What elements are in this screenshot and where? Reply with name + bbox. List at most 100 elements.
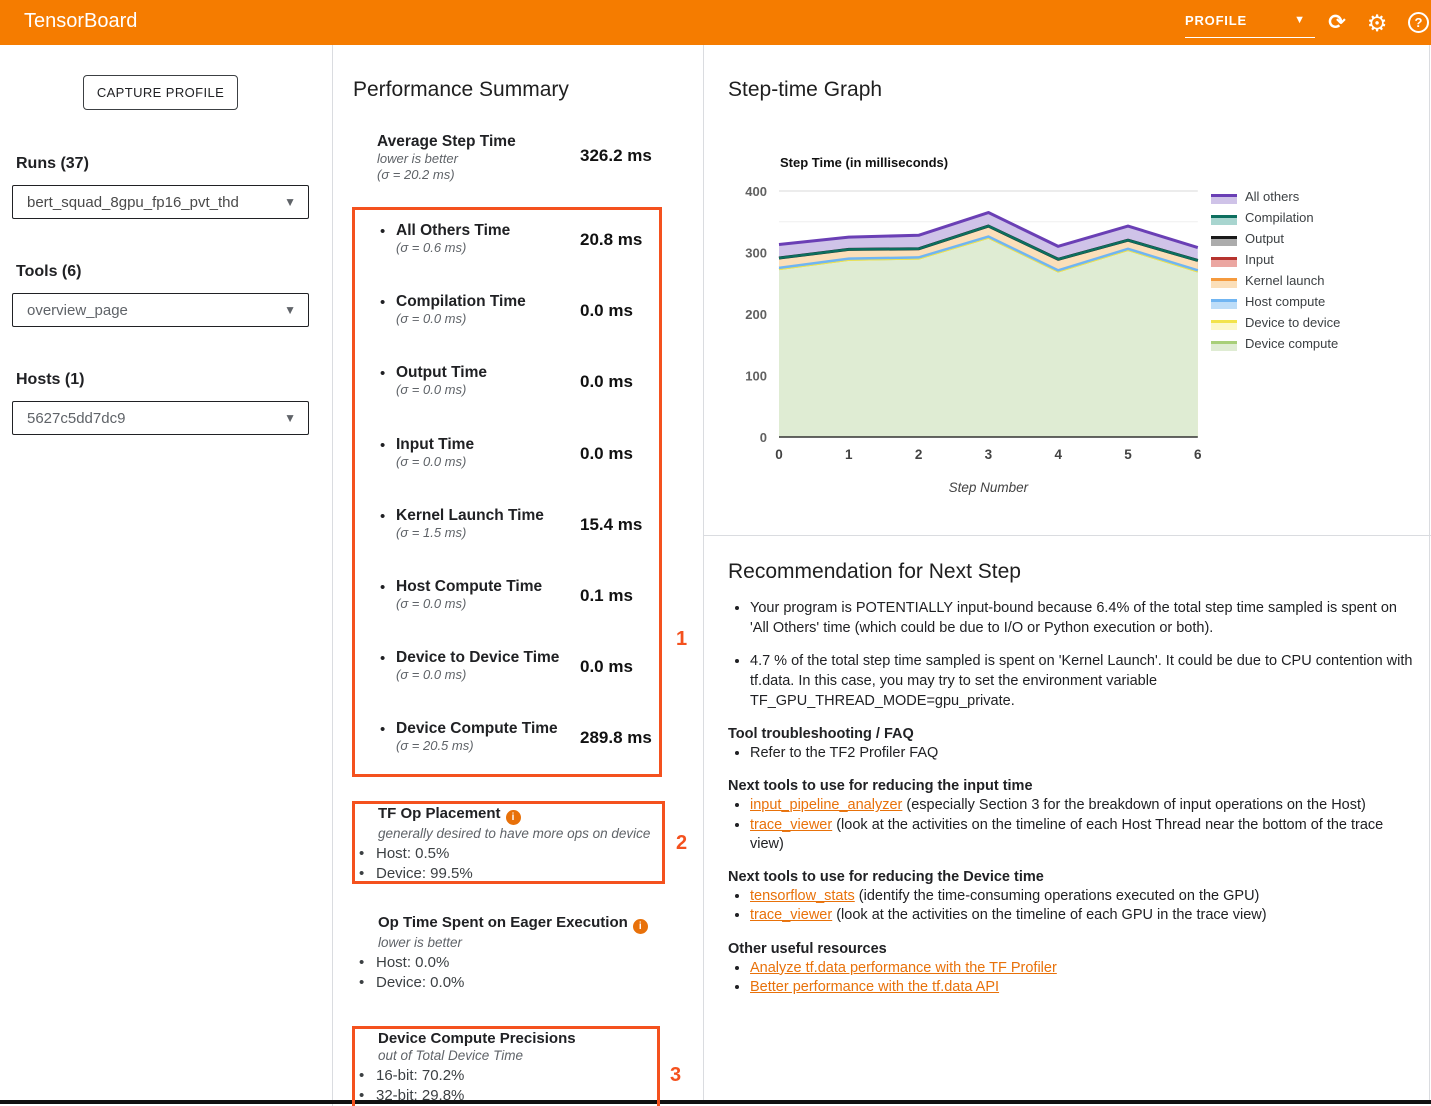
- step-time-breakdown-row: •Compilation Time(σ = 0.0 ms)0.0 ms: [358, 293, 658, 327]
- runs-select[interactable]: bert_squad_8gpu_fp16_pvt_thd ▼: [12, 185, 309, 219]
- tool-link[interactable]: Analyze tf.data performance with the TF …: [750, 960, 1057, 976]
- tools-select[interactable]: overview_page ▼: [12, 293, 309, 327]
- op-metric-item: Device: 99.5%: [352, 864, 658, 884]
- item-text: Refer to the TF2 Profiler FAQ: [750, 745, 938, 761]
- subsection-item: trace_viewer (look at the activities on …: [750, 906, 1414, 925]
- eager-execution-section: Op Time Spent on Eager Executioni lower …: [352, 914, 658, 992]
- eager-execution-title: Op Time Spent on Eager Executioni: [378, 914, 658, 934]
- subsection-item: Refer to the TF2 Profiler FAQ: [750, 744, 1414, 763]
- recommendation-subsection: Tool troubleshooting / FAQRefer to the T…: [728, 726, 1414, 763]
- legend-label: Kernel launch: [1245, 273, 1325, 288]
- chevron-down-icon: ▼: [284, 195, 296, 209]
- page-bottom-border: [0, 1100, 1431, 1104]
- capture-profile-button[interactable]: CAPTURE PROFILE: [83, 75, 238, 110]
- subsection-item: trace_viewer (look at the activities on …: [750, 816, 1414, 855]
- x-tick-label: 5: [1124, 447, 1132, 462]
- metric-value: 0.1 ms: [580, 586, 633, 606]
- annotation-number-1: 1: [676, 628, 687, 651]
- performance-summary-title: Performance Summary: [353, 78, 569, 102]
- subsection-item: Better performance with the tf.data API: [750, 978, 1414, 997]
- recommendation-section: Recommendation for Next Step Your progra…: [704, 536, 1430, 1100]
- bullet-icon: •: [380, 365, 385, 382]
- step-time-breakdown-row: •Kernel Launch Time(σ = 1.5 ms)15.4 ms: [358, 507, 658, 541]
- step-time-breakdown-row: •Device to Device Time(σ = 0.0 ms)0.0 ms: [358, 649, 658, 683]
- bullet-icon: •: [380, 721, 385, 738]
- chevron-down-icon: ▼: [1294, 14, 1305, 26]
- x-tick-label: 3: [985, 447, 993, 462]
- bullet-icon: •: [380, 223, 385, 240]
- step-time-breakdown-row: •Host Compute Time(σ = 0.0 ms)0.1 ms: [358, 578, 658, 612]
- recommendation-bullet: 4.7 % of the total step time sampled is …: [750, 651, 1414, 711]
- tool-link[interactable]: trace_viewer: [750, 907, 832, 923]
- step-time-breakdown-row: •Device Compute Time(σ = 20.5 ms)289.8 m…: [358, 720, 658, 754]
- info-icon[interactable]: i: [506, 810, 521, 825]
- info-icon[interactable]: i: [633, 919, 648, 934]
- legend-swatch: [1211, 278, 1237, 288]
- tf-op-placement-note: generally desired to have more ops on de…: [378, 825, 658, 842]
- op-metric-item: Host: 0.5%: [352, 844, 658, 864]
- legend-label: All others: [1245, 189, 1299, 204]
- metric-value: 0.0 ms: [580, 444, 633, 464]
- legend-swatch: [1211, 257, 1237, 267]
- bullet-icon: •: [380, 294, 385, 311]
- compute-precisions-section: Device Compute Precisions out of Total D…: [352, 1030, 658, 1105]
- subsection-list: input_pipeline_analyzer (especially Sect…: [728, 796, 1414, 854]
- tool-link[interactable]: tensorflow_stats: [750, 888, 855, 904]
- eager-execution-items: Host: 0.0%Device: 0.0%: [352, 953, 658, 992]
- recommendation-bullet: Your program is POTENTIALLY input-bound …: [750, 598, 1414, 638]
- legend-label: Host compute: [1245, 294, 1325, 309]
- right-edge-border: [1429, 45, 1430, 1101]
- legend-swatch: [1211, 299, 1237, 309]
- item-text: (especially Section 3 for the breakdown …: [902, 797, 1365, 813]
- bullet-icon: •: [380, 650, 385, 667]
- metric-value: 289.8 ms: [580, 728, 652, 748]
- subsection-list: Analyze tf.data performance with the TF …: [728, 959, 1414, 998]
- tf-op-placement-section: TF Op Placementi generally desired to ha…: [352, 805, 658, 883]
- legend-swatch: [1211, 320, 1237, 330]
- tf-op-placement-title: TF Op Placementi: [378, 805, 658, 825]
- average-step-time-row: Average Step Time lower is better (σ = 2…: [358, 133, 658, 183]
- item-text: (look at the activities on the timeline …: [750, 817, 1383, 852]
- legend-swatch: [1211, 341, 1237, 351]
- item-text: (look at the activities on the timeline …: [832, 907, 1266, 923]
- tool-link[interactable]: trace_viewer: [750, 817, 832, 833]
- refresh-icon[interactable]: ⟳: [1322, 8, 1352, 38]
- bullet-icon: •: [380, 437, 385, 454]
- subsection-heading: Next tools to use for reducing the Devic…: [728, 869, 1414, 885]
- subsection-item: input_pipeline_analyzer (especially Sect…: [750, 796, 1414, 815]
- recommendation-subsection: Next tools to use for reducing the input…: [728, 778, 1414, 854]
- hosts-select-value: 5627c5dd7dc9: [27, 410, 125, 427]
- x-tick-label: 2: [915, 447, 923, 462]
- subsection-heading: Other useful resources: [728, 941, 1414, 957]
- op-metric-item: Host: 0.0%: [352, 953, 658, 973]
- bullet-icon: •: [380, 508, 385, 525]
- legend-label: Device to device: [1245, 315, 1340, 330]
- step-time-breakdown-row: •Input Time(σ = 0.0 ms)0.0 ms: [358, 436, 658, 470]
- y-tick-label: 400: [745, 184, 767, 199]
- sidebar-divider: [332, 45, 333, 1106]
- y-tick-label: 200: [745, 307, 767, 322]
- runs-select-value: bert_squad_8gpu_fp16_pvt_thd: [27, 194, 239, 211]
- subsection-item: Analyze tf.data performance with the TF …: [750, 959, 1414, 978]
- x-axis-title: Step Number: [949, 480, 1029, 495]
- recommendation-subsections: Tool troubleshooting / FAQRefer to the T…: [728, 726, 1414, 997]
- y-tick-label: 0: [760, 430, 767, 445]
- metric-value: 0.0 ms: [580, 301, 633, 321]
- tensorboard-profile-page: TensorBoard PROFILE ▼ ⟳ ⚙ ? CAPTURE PROF…: [0, 0, 1431, 1106]
- dashboard-selector[interactable]: PROFILE ▼: [1185, 8, 1315, 38]
- item-text: (identify the time-consuming operations …: [855, 888, 1260, 904]
- tool-link[interactable]: input_pipeline_analyzer: [750, 797, 902, 813]
- x-tick-label: 4: [1054, 447, 1062, 462]
- tool-link[interactable]: Better performance with the tf.data API: [750, 979, 999, 995]
- gear-icon[interactable]: ⚙: [1362, 8, 1392, 38]
- legend-label: Compilation: [1245, 210, 1314, 225]
- legend-label: Device compute: [1245, 336, 1338, 351]
- help-icon[interactable]: ?: [1404, 8, 1431, 38]
- hosts-select[interactable]: 5627c5dd7dc9 ▼: [12, 401, 309, 435]
- average-step-time-value: 326.2 ms: [580, 146, 652, 166]
- recommendation-subsection: Next tools to use for reducing the Devic…: [728, 869, 1414, 926]
- step-time-graph-card: Step-time Graph Step Time (in millisecon…: [704, 45, 1431, 535]
- series-area-device-compute: [779, 238, 1198, 437]
- tools-select-value: overview_page: [27, 302, 128, 319]
- legend-label: Input: [1245, 252, 1274, 267]
